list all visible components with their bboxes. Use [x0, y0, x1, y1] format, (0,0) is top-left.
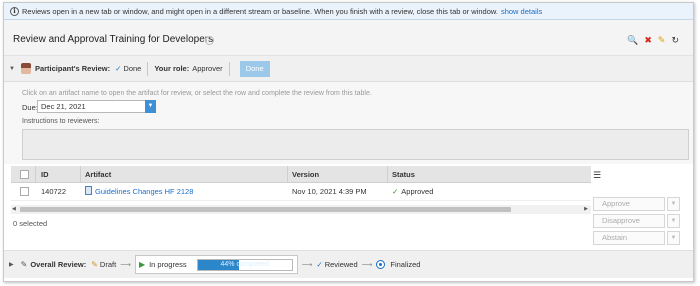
step-in-progress: ▶ In progress 44% completed — [134, 255, 298, 274]
info-message: Reviews open in a new tab or window, and… — [22, 6, 498, 16]
arrow-icon: ⟶ — [301, 260, 313, 269]
table-header: ID Artifact Version Status — [11, 166, 591, 183]
reviewed-check-icon: ✓ — [316, 260, 323, 269]
artifact-table: ID Artifact Version Status 140722 Guidel… — [11, 166, 591, 201]
page-title: Review and Approval Training for Develop… — [13, 34, 214, 45]
approved-check-icon: ✓ — [392, 187, 399, 196]
participant-review-bar: ▼ Participant's Review: ✓ Done Your role… — [4, 56, 693, 82]
step-draft: Draft — [99, 260, 117, 269]
artifact-cell: Guidelines Changes HF 2128 — [85, 183, 193, 200]
review-window: i Reviews open in a new tab or window, a… — [3, 2, 694, 282]
selected-count: 0 selected — [13, 219, 48, 228]
progress-bar: 44% completed — [196, 258, 293, 271]
column-header-status[interactable]: Status — [392, 166, 415, 183]
column-header-id[interactable]: ID — [41, 166, 49, 183]
abstain-button[interactable]: Abstain — [593, 231, 665, 245]
table-row[interactable]: 140722 Guidelines Changes HF 2128 Nov 10… — [11, 183, 591, 201]
participant-status: Done — [123, 64, 142, 73]
check-icon: ✓ — [115, 64, 122, 73]
due-date-value: Dec 21, 2021 — [41, 102, 86, 111]
column-menu-icon[interactable]: ☰ — [593, 170, 601, 181]
column-divider — [387, 166, 388, 183]
instructions-label: Instructions to reviewers: — [22, 118, 100, 125]
refresh-icon[interactable]: ↻ — [671, 35, 679, 45]
approve-button[interactable]: Approve — [593, 197, 665, 211]
status-cell: ✓ Approved — [392, 183, 433, 200]
toolbar: 🔍 ✖ ✎ ↻ — [627, 35, 679, 45]
scroll-left-icon[interactable]: ◀ — [12, 205, 16, 214]
row-id: 140722 — [41, 187, 67, 196]
scroll-right-icon[interactable]: ▶ — [584, 205, 588, 214]
disapprove-button[interactable]: Disapprove — [593, 214, 665, 228]
help-icon[interactable]: ? — [205, 36, 214, 45]
edit-icon[interactable]: ✎ — [658, 35, 666, 45]
draft-icon: ✎ — [91, 260, 98, 269]
date-dropdown-icon[interactable]: ▼ — [145, 100, 156, 113]
expand-caret-icon[interactable]: ▶ — [9, 261, 14, 268]
column-divider — [80, 166, 81, 183]
column-divider — [35, 166, 36, 183]
delete-icon[interactable]: ✖ — [644, 35, 652, 45]
step-finalized: Finalized — [390, 260, 421, 269]
column-header-artifact[interactable]: Artifact — [85, 166, 111, 183]
column-divider — [287, 166, 288, 183]
divider — [147, 61, 149, 76]
arrow-icon: ⟶ — [361, 260, 373, 269]
scrollbar-thumb[interactable] — [20, 207, 511, 212]
due-label: Due: — [22, 103, 38, 112]
play-icon: ▶ — [138, 260, 146, 269]
title-bar: Review and Approval Training for Develop… — [4, 20, 693, 56]
due-date-field[interactable]: Dec 21, 2021 ▼ — [37, 100, 156, 113]
hint-text: Click on an artifact name to open the ar… — [22, 90, 372, 97]
progress-text: 44% completed — [220, 260, 269, 268]
overall-review-label: Overall Review: — [30, 260, 87, 269]
info-icon: i — [10, 6, 19, 16]
radio-dot-icon — [376, 260, 386, 269]
arrow-icon: ⟶ — [120, 260, 131, 269]
report-icon[interactable]: 🔍 — [627, 35, 638, 45]
done-button[interactable]: Done — [239, 60, 270, 77]
abstain-dropdown-icon[interactable]: ▼ — [667, 231, 680, 245]
row-checkbox[interactable] — [20, 187, 29, 196]
review-icon: ✎ — [20, 260, 28, 269]
step-reviewed: Reviewed — [324, 260, 358, 269]
row-version: Nov 10, 2021 4:39 PM — [292, 187, 367, 196]
row-status: Approved — [401, 187, 434, 196]
approve-dropdown-icon[interactable]: ▼ — [667, 197, 680, 211]
review-form: Click on an artifact name to open the ar… — [4, 82, 693, 164]
instructions-field[interactable] — [22, 129, 689, 160]
avatar — [20, 63, 31, 74]
collapse-caret-icon[interactable]: ▼ — [9, 66, 15, 72]
artifact-link[interactable]: Guidelines Changes HF 2128 — [95, 187, 193, 196]
column-header-version[interactable]: Version — [292, 166, 319, 183]
divider — [228, 61, 230, 76]
step-in-progress-label: In progress — [149, 260, 187, 269]
participant-review-label: Participant's Review: — [34, 64, 111, 73]
role-value: Approver — [192, 64, 223, 73]
info-banner: i Reviews open in a new tab or window, a… — [4, 3, 693, 20]
disapprove-dropdown-icon[interactable]: ▼ — [667, 214, 680, 228]
role-label: Your role: — [154, 64, 190, 73]
horizontal-scrollbar[interactable]: ◀ ▶ — [11, 205, 591, 214]
document-icon — [85, 186, 92, 195]
overall-review-bar: ▶ ✎ Overall Review: ✎ Draft ⟶ ▶ In progr… — [4, 250, 693, 278]
show-details-link[interactable]: show details — [501, 7, 542, 16]
select-all-checkbox[interactable] — [20, 170, 29, 179]
